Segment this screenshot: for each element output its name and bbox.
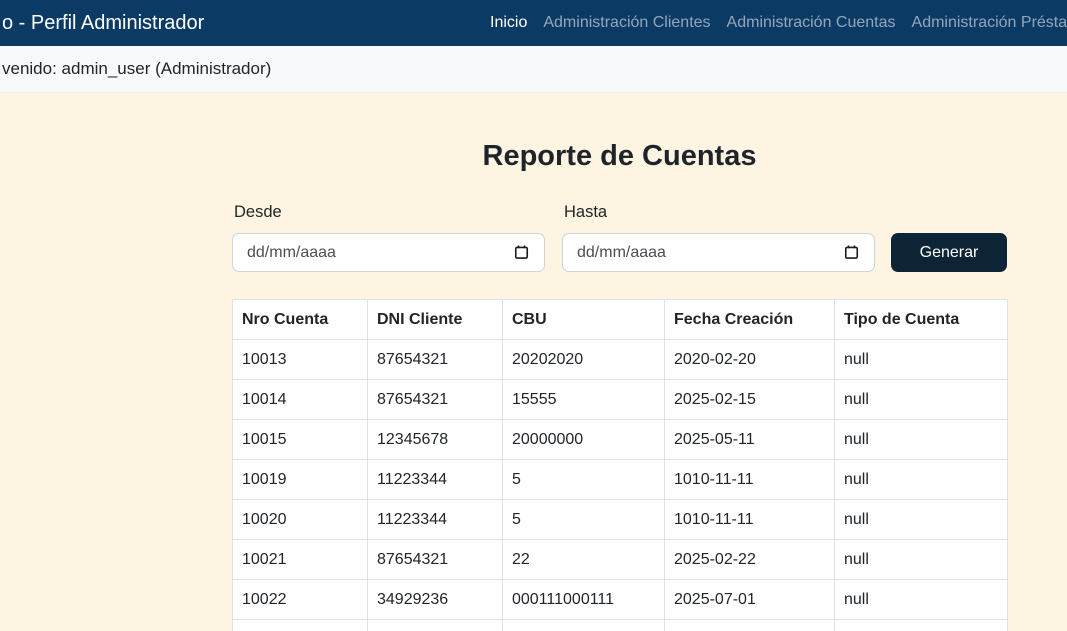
table-row: 100201122334451010-11-11null <box>233 500 1008 540</box>
generate-button[interactable]: Generar <box>891 233 1007 272</box>
table-cell: 87654321 <box>368 540 503 580</box>
table-cell: 5 <box>503 500 665 540</box>
column-header: Nro Cuenta <box>233 300 368 340</box>
table-cell: 2020-02-20 <box>665 340 835 380</box>
table-cell: 10015 <box>233 420 368 460</box>
table-row: 1001487654321155552025-02-15null <box>233 380 1008 420</box>
table-cell: null <box>835 420 1008 460</box>
nav-item-inicio[interactable]: Inicio <box>482 14 535 32</box>
table-header-row: Nro CuentaDNI ClienteCBUFecha CreaciónTi… <box>233 300 1008 340</box>
table-cell: null <box>835 340 1008 380</box>
table-cell <box>503 620 665 631</box>
table-cell: 10014 <box>233 380 368 420</box>
from-date-placeholder: dd/mm/aaaa <box>247 244 336 262</box>
table-cell: null <box>835 460 1008 500</box>
table-row: 10022349292360001110001112025-07-01null <box>233 580 1008 620</box>
app-title: o - Perfil Administrador <box>2 0 204 46</box>
table-cell: 20202020 <box>503 340 665 380</box>
calendar-icon[interactable] <box>513 244 530 261</box>
table-cell: 2025-05-11 <box>665 420 835 460</box>
table-cell: 12345678 <box>368 420 503 460</box>
to-date-placeholder: dd/mm/aaaa <box>577 244 666 262</box>
table-cell: 10022 <box>233 580 368 620</box>
accounts-table: Nro CuentaDNI ClienteCBUFecha CreaciónTi… <box>232 299 1008 631</box>
table-cell: 87654321 <box>368 380 503 420</box>
table-cell: 15555 <box>503 380 665 420</box>
table-row: 1002187654321222025-02-22null <box>233 540 1008 580</box>
table-cell <box>665 620 835 631</box>
table-cell: null <box>835 500 1008 540</box>
table-cell: 22 <box>503 540 665 580</box>
table-cell: 2025-02-22 <box>665 540 835 580</box>
table-cell: 5 <box>503 460 665 500</box>
table-cell: null <box>835 580 1008 620</box>
column-header: Tipo de Cuenta <box>835 300 1008 340</box>
page-title: Reporte de Cuentas <box>232 140 1007 173</box>
nav-item-administracion-prestamos[interactable]: Administración Préstam <box>904 14 1067 32</box>
table-cell <box>835 620 1008 631</box>
table-cell: 10021 <box>233 540 368 580</box>
table-cell: 10013 <box>233 340 368 380</box>
table-row: 100191122334451010-11-11null <box>233 460 1008 500</box>
table-cell: null <box>835 380 1008 420</box>
table-cell: 20000000 <box>503 420 665 460</box>
table-row: 1001512345678200000002025-05-11null <box>233 420 1008 460</box>
table-row: 1001387654321202020202020-02-20null <box>233 340 1008 380</box>
table-cell: 000111000111 <box>503 580 665 620</box>
table-cell: 10019 <box>233 460 368 500</box>
nav-links: InicioAdministración ClientesAdministrac… <box>482 0 1067 46</box>
to-date-label: Hasta <box>564 203 607 222</box>
top-navbar: o - Perfil Administrador InicioAdministr… <box>0 0 1067 46</box>
table-cell: 11223344 <box>368 460 503 500</box>
table-cell: 1010-11-11 <box>665 500 835 540</box>
welcome-text: venido: admin_user (Administrador) <box>2 46 271 92</box>
table-cell <box>233 620 368 631</box>
column-header: CBU <box>503 300 665 340</box>
table-cell: 11223344 <box>368 500 503 540</box>
calendar-icon[interactable] <box>843 244 860 261</box>
nav-item-administracion-clientes[interactable]: Administración Clientes <box>535 14 718 32</box>
table-body: 1001387654321202020202020-02-20null10014… <box>233 340 1008 631</box>
table-cell: 2025-02-15 <box>665 380 835 420</box>
table-cell: 87654321 <box>368 340 503 380</box>
table-cell <box>368 620 503 631</box>
table-cell: null <box>835 540 1008 580</box>
nav-item-administracion-cuentas[interactable]: Administración Cuentas <box>719 14 904 32</box>
welcome-bar: venido: admin_user (Administrador) <box>0 46 1067 93</box>
table-cell: 10020 <box>233 500 368 540</box>
column-header: Fecha Creación <box>665 300 835 340</box>
table-cell: 1010-11-11 <box>665 460 835 500</box>
from-date-label: Desde <box>234 203 282 222</box>
from-date-input[interactable]: dd/mm/aaaa <box>232 233 545 272</box>
table-row-partial <box>233 620 1008 631</box>
column-header: DNI Cliente <box>368 300 503 340</box>
table-cell: 2025-07-01 <box>665 580 835 620</box>
to-date-input[interactable]: dd/mm/aaaa <box>562 233 875 272</box>
table-cell: 34929236 <box>368 580 503 620</box>
